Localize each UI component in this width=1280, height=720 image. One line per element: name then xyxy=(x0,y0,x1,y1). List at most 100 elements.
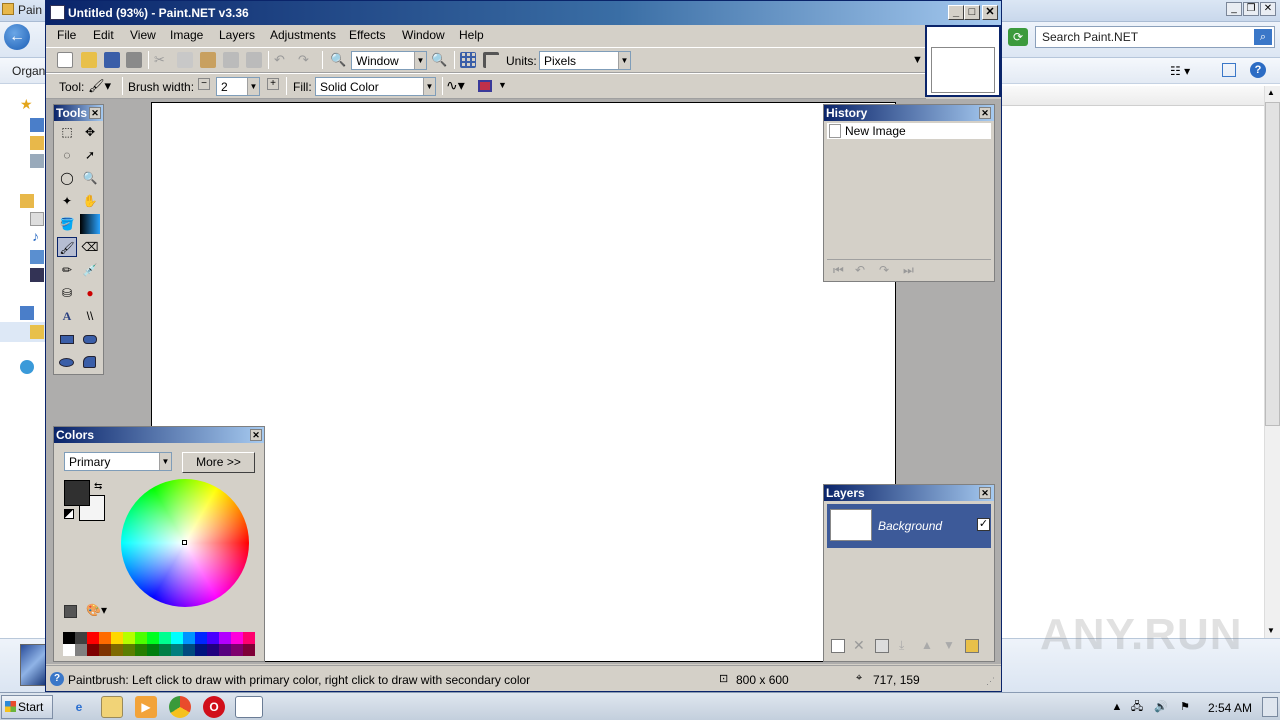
menu-layers[interactable]: Layers xyxy=(219,28,255,42)
layer-properties-icon[interactable] xyxy=(965,639,979,653)
close-icon[interactable]: ✕ xyxy=(979,107,991,119)
more-colors-button[interactable]: More >> xyxy=(182,452,255,473)
rectangle-select-icon[interactable]: ⬚ xyxy=(57,122,77,142)
undo-icon[interactable]: ↶ xyxy=(274,52,290,68)
palette-swatch[interactable] xyxy=(219,632,231,644)
zoom-select[interactable]: Window ▼ xyxy=(351,51,427,70)
menu-effects[interactable]: Effects xyxy=(349,28,385,42)
cut-icon[interactable]: ✂ xyxy=(154,52,170,68)
palette-swatch[interactable] xyxy=(99,644,111,656)
toolbar-overflow-icon[interactable]: ▼ xyxy=(912,54,923,66)
clock[interactable]: 2:54 AM xyxy=(1208,701,1252,715)
volume-icon[interactable]: 🔊 xyxy=(1154,700,1168,714)
palette-swatch[interactable] xyxy=(87,644,99,656)
music-icon[interactable]: ♪ xyxy=(32,228,39,244)
reset-colors-icon[interactable] xyxy=(64,509,74,519)
save-icon[interactable] xyxy=(104,52,120,68)
chevron-down-icon[interactable]: ▼ xyxy=(618,52,630,69)
palette-swatch[interactable] xyxy=(183,644,195,656)
scroll-thumb[interactable] xyxy=(1265,102,1280,426)
redo-icon[interactable]: ↷ xyxy=(879,263,889,277)
palette-swatch[interactable] xyxy=(147,644,159,656)
explorer-icon[interactable] xyxy=(101,696,123,718)
internet-explorer-icon[interactable]: e xyxy=(68,696,90,718)
fill-select[interactable]: Solid Color ▼ xyxy=(315,77,436,96)
menu-help[interactable]: Help xyxy=(459,28,484,42)
palette-swatch[interactable] xyxy=(135,632,147,644)
menu-adjustments[interactable]: Adjustments xyxy=(270,28,336,42)
show-desktop-button[interactable] xyxy=(1262,697,1278,717)
move-pixels-icon[interactable]: ➚ xyxy=(80,145,100,165)
rulers-icon[interactable] xyxy=(483,52,499,68)
eraser-icon[interactable]: ⌫ xyxy=(80,237,100,257)
paintbrush-tool-icon[interactable]: 🖌▾ xyxy=(88,78,111,94)
show-hidden-icons[interactable]: ▲ xyxy=(1110,700,1124,714)
undo-icon[interactable]: ↶ xyxy=(855,263,865,277)
chrome-icon[interactable] xyxy=(169,696,191,718)
scroll-up-icon[interactable]: ▲ xyxy=(1267,88,1275,97)
palette-swatch[interactable] xyxy=(195,632,207,644)
palette-swatch[interactable] xyxy=(75,632,87,644)
rounded-rectangle-icon[interactable] xyxy=(80,329,100,349)
ellipse-icon[interactable] xyxy=(57,352,77,372)
network-icon[interactable] xyxy=(20,360,34,374)
close-button[interactable]: ✕ xyxy=(1260,2,1276,16)
drive-icon[interactable] xyxy=(30,325,44,339)
copy-icon[interactable] xyxy=(177,52,193,68)
palette-swatch[interactable] xyxy=(171,644,183,656)
search-icon[interactable]: ⌕ xyxy=(1254,29,1272,45)
rectangle-icon[interactable] xyxy=(57,329,77,349)
crop-icon[interactable] xyxy=(223,52,239,68)
recent-places-icon[interactable] xyxy=(30,154,44,168)
palette-swatch[interactable] xyxy=(63,632,75,644)
network-tray-icon[interactable]: 🖧 xyxy=(1130,700,1144,714)
palette-swatch[interactable] xyxy=(87,632,99,644)
zoom-icon[interactable]: 🔍 xyxy=(80,168,100,188)
pan-hand-icon[interactable]: ✋ xyxy=(80,191,100,211)
zoom-out-icon[interactable]: 🔍 xyxy=(330,52,346,68)
merge-down-icon[interactable]: ⤓ xyxy=(899,638,904,653)
grid-icon[interactable] xyxy=(460,52,476,68)
libraries-icon[interactable] xyxy=(20,194,34,208)
chevron-down-icon[interactable]: ▼ xyxy=(423,78,435,95)
increase-width-button[interactable]: + xyxy=(267,78,279,90)
close-icon[interactable]: ✕ xyxy=(89,107,101,119)
chevron-down-icon[interactable]: ▼ xyxy=(247,78,259,95)
palette-swatch[interactable] xyxy=(111,644,123,656)
palette-swatch[interactable] xyxy=(207,644,219,656)
paint-bucket-icon[interactable]: 🪣 xyxy=(57,214,77,234)
fast-forward-icon[interactable]: ⏭ xyxy=(903,263,914,278)
redo-icon[interactable]: ↷ xyxy=(298,52,314,68)
chevron-down-icon[interactable]: ▼ xyxy=(498,80,507,90)
palette-swatch[interactable] xyxy=(231,644,243,656)
media-player-icon[interactable]: ▶ xyxy=(135,696,157,718)
move-layer-up-icon[interactable]: ▲ xyxy=(921,638,933,652)
palette-swatch[interactable] xyxy=(123,644,135,656)
menu-edit[interactable]: Edit xyxy=(93,28,114,42)
palette-swatch[interactable] xyxy=(243,644,255,656)
add-layer-icon[interactable] xyxy=(831,639,845,653)
menu-file[interactable]: File xyxy=(57,28,76,42)
zoom-in-icon[interactable]: 🔍 xyxy=(431,52,447,68)
units-select[interactable]: Pixels ▼ xyxy=(539,51,631,70)
brush-width-input[interactable]: 2 ▼ xyxy=(216,77,260,96)
history-item[interactable]: New Image xyxy=(827,123,991,139)
primary-color-swatch[interactable] xyxy=(64,480,90,506)
rewind-icon[interactable]: ⏮ xyxy=(833,263,844,278)
color-picker-icon[interactable]: 💉 xyxy=(80,260,100,280)
magic-wand-icon[interactable]: ✦ xyxy=(57,191,77,211)
menu-window[interactable]: Window xyxy=(402,28,445,42)
menu-view[interactable]: View xyxy=(130,28,156,42)
palette-swatch[interactable] xyxy=(135,644,147,656)
palette-swatch[interactable] xyxy=(99,632,111,644)
print-icon[interactable] xyxy=(126,52,142,68)
desktop-icon[interactable] xyxy=(30,118,44,132)
preview-pane-icon[interactable] xyxy=(1222,63,1236,77)
duplicate-layer-icon[interactable] xyxy=(875,639,889,653)
antialiasing-icon[interactable]: ∿▾ xyxy=(446,77,465,94)
help-icon[interactable]: ? xyxy=(1250,62,1266,78)
search-input[interactable]: Search Paint.NET ⌕ xyxy=(1035,26,1275,48)
paintbrush-icon[interactable]: 🖌 xyxy=(57,237,77,257)
menu-image[interactable]: Image xyxy=(170,28,203,42)
resize-grip[interactable]: ⋰ xyxy=(986,676,995,687)
